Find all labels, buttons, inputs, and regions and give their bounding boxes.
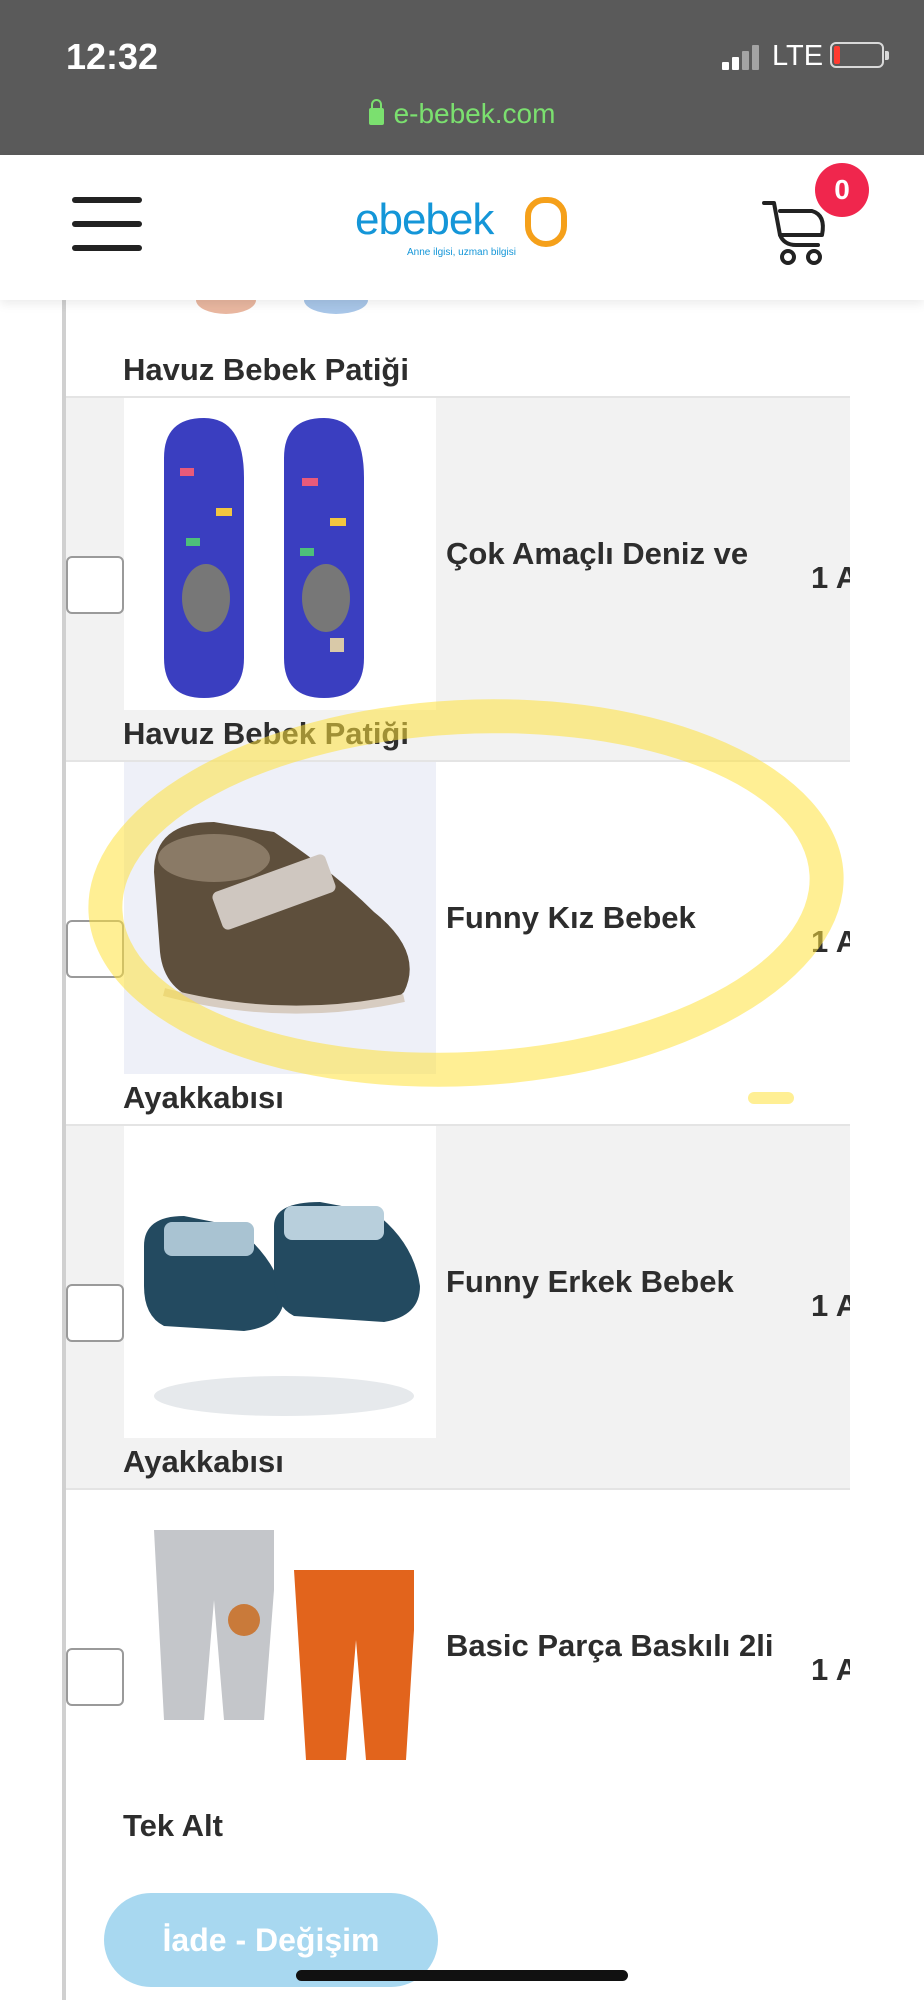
list-item[interactable]: Funny Erkek Bebek 1 A Ayakkabısı <box>66 1126 850 1490</box>
product-name-line2: Ayakkabısı <box>123 1080 284 1115</box>
product-image <box>124 1126 436 1438</box>
home-indicator[interactable] <box>296 1970 628 1981</box>
product-name-line2: Tek Alt <box>123 1808 223 1843</box>
list-item[interactable]: Çok Amaçlı Deniz ve 1 A Havuz Bebek Pati… <box>66 398 850 762</box>
lock-icon <box>368 99 384 125</box>
logo-text: ebebek <box>355 195 494 244</box>
list-item: Havuz Bebek Patiği <box>66 300 850 398</box>
signal-icon <box>722 44 760 70</box>
product-quantity: 1 A <box>811 560 850 595</box>
product-image <box>124 398 436 710</box>
list-item[interactable]: Basic Parça Baskılı 2li 1 A Tek Alt <box>66 1490 850 1854</box>
product-name-line2: Ayakkabısı <box>123 1444 284 1479</box>
product-quantity: 1 A <box>811 1652 850 1687</box>
product-image <box>196 300 368 314</box>
menu-icon[interactable] <box>72 197 144 257</box>
product-name-line2: Havuz Bebek Patiği <box>123 716 409 751</box>
logo-mark-icon <box>525 197 567 247</box>
product-quantity: 1 A <box>811 1288 850 1323</box>
url-text: e-bebek.com <box>393 98 556 129</box>
product-name-line1: Çok Amaçlı Deniz ve <box>446 536 749 571</box>
product-image <box>124 1490 436 1802</box>
status-time: 12:32 <box>66 36 159 77</box>
status-bar: 12:32 LTE e-bebek.com <box>0 0 924 155</box>
highlight-stroke-mark <box>748 1092 794 1104</box>
network-type: LTE <box>772 40 824 72</box>
select-checkbox[interactable] <box>66 1648 124 1706</box>
product-name-line1: Funny Erkek Bebek <box>446 1264 734 1299</box>
product-quantity: 1 A <box>811 924 850 959</box>
product-name-line1: Basic Parça Baskılı 2li <box>446 1628 774 1663</box>
cart-count-badge: 0 <box>815 163 869 217</box>
select-checkbox[interactable] <box>66 1284 124 1342</box>
select-checkbox[interactable] <box>66 556 124 614</box>
product-name-line1: Funny Kız Bebek <box>446 900 696 935</box>
select-checkbox[interactable] <box>66 920 124 978</box>
battery-icon <box>830 42 889 68</box>
url-bar[interactable]: e-bebek.com <box>0 98 924 130</box>
product-name-line2: Havuz Bebek Patiği <box>123 352 409 387</box>
site-header: ebebek Anne ilgisi, uzman bilgisi 0 <box>0 155 924 300</box>
logo[interactable]: ebebek Anne ilgisi, uzman bilgisi <box>355 195 575 265</box>
product-image <box>124 762 436 1074</box>
list-item[interactable]: Funny Kız Bebek 1 A Ayakkabısı <box>66 762 850 1126</box>
logo-tagline: Anne ilgisi, uzman bilgisi <box>407 247 516 258</box>
